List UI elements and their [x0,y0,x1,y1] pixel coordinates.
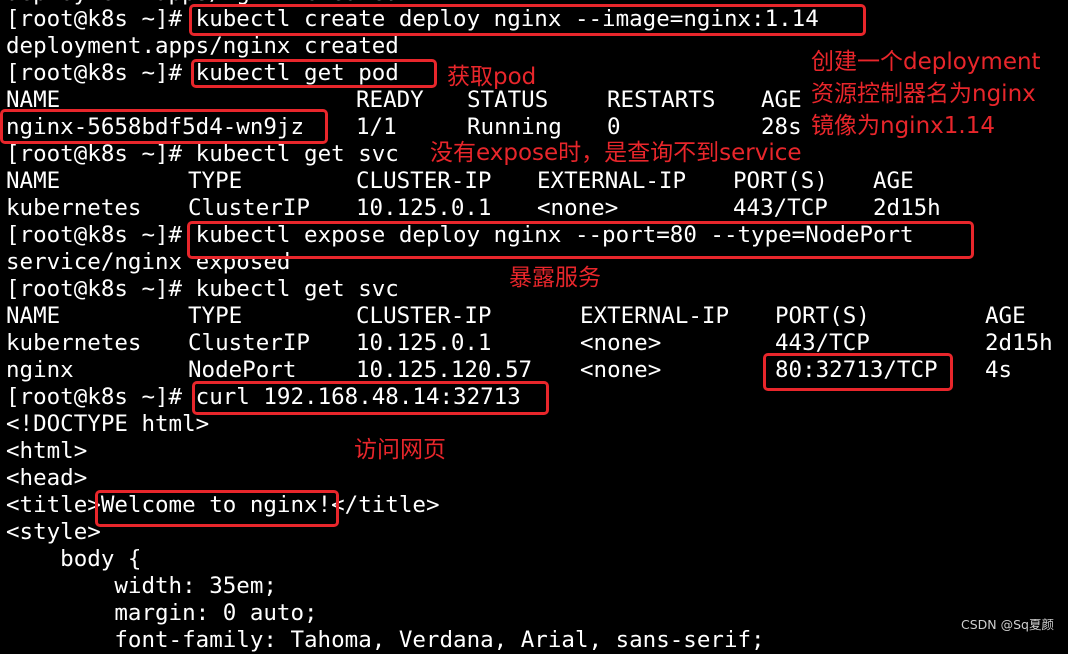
table-header-cell: CLUSTER-IP [356,168,492,194]
output-line: <html> [6,438,88,464]
highlight-box-curl-command [192,381,549,415]
table-cell: <none> [580,357,662,383]
prompt: [root@k8s ~]# [6,60,196,86]
table-cell: 443/TCP [733,195,828,221]
table-cell: ClusterIP [188,195,310,221]
table-cell: 10.125.0.1 [356,195,492,221]
highlight-box-pod-name [0,109,328,144]
table-cell: <none> [537,195,619,221]
table-cell: ClusterIP [188,330,310,356]
command-output: deployment.apps/nginx created [6,33,399,59]
table-cell: 0 [607,114,621,140]
table-cell: <none> [580,330,662,356]
table-header-cell: PORT(S) [775,303,870,329]
table-cell: nginx [6,357,74,383]
prompt: [root@k8s ~]# [6,6,196,32]
table-header-cell: CLUSTER-IP [356,303,492,329]
annotation-create-deploy-line2: 资源控制器名为nginx [811,81,1036,107]
annotation-create-deploy-line3: 镜像为nginx1.14 [811,113,995,139]
command-get-svc: kubectl get svc [195,141,399,167]
table-header-cell: READY [356,87,424,113]
terminal-line: [root@k8s ~]# kubectl get svc [6,141,399,168]
table-cell: 4s [985,357,1013,383]
table-cell: 10.125.120.57 [356,357,533,383]
table-cell: kubernetes [6,195,142,221]
table-header-cell: EXTERNAL-IP [580,303,730,329]
table-header-cell: PORT(S) [733,168,828,194]
output-line: width: 35em; [6,573,277,599]
title-close-tag: </title> [331,492,440,518]
terminal-line: [root@k8s ~]# kubectl get svc [6,276,399,303]
highlight-box-nodeport [763,353,953,391]
highlight-box-get-pod-command [191,59,437,88]
table-header-cell: NAME [6,303,61,329]
highlight-box-create-command [189,4,866,36]
table-header-cell: TYPE [188,303,243,329]
table-cell: 1/1 [356,114,397,140]
table-header-cell: RESTARTS [607,87,716,113]
prompt: [root@k8s ~]# [6,384,196,410]
table-cell: 28s [761,114,802,140]
title-open-tag: <title> [6,492,101,518]
table-header-cell: TYPE [188,168,243,194]
table-cell: NodePort [188,357,297,383]
prompt: [root@k8s ~]# [6,222,196,248]
table-cell: Running [467,114,562,140]
output-line: margin: 0 auto; [6,600,318,626]
table-header-cell: AGE [873,168,914,194]
table-cell: kubernetes [6,330,142,356]
table-cell: 2d15h [873,195,941,221]
highlight-box-expose-command [187,221,974,259]
table-cell: 2d15h [985,330,1053,356]
output-line: <style> [6,519,101,545]
prompt: [root@k8s ~]# [6,141,196,167]
output-line: body { [6,546,142,572]
command-get-svc: kubectl get svc [195,276,399,302]
table-cell: 10.125.0.1 [356,330,492,356]
highlight-box-page-title [95,490,339,527]
annotation-create-deploy-line1: 创建一个deployment [811,49,1041,75]
output-line: <!DOCTYPE html> [6,411,210,437]
table-header-cell: AGE [761,87,802,113]
prompt: [root@k8s ~]# [6,276,196,302]
watermark: CSDN @Sq夏颜 [961,617,1054,632]
annotation-no-expose: 没有expose时，是查询不到service [430,140,802,166]
annotation-expose: 暴露服务 [509,265,601,291]
table-header-cell: EXTERNAL-IP [537,168,687,194]
annotation-visit: 访问网页 [354,437,446,463]
output-line: <head> [6,465,88,491]
table-header-cell: AGE [985,303,1026,329]
terminal-line: deployment.apps/nginx created [6,33,399,60]
annotation-get-pod: 获取pod [447,64,537,90]
table-header-cell: NAME [6,168,61,194]
